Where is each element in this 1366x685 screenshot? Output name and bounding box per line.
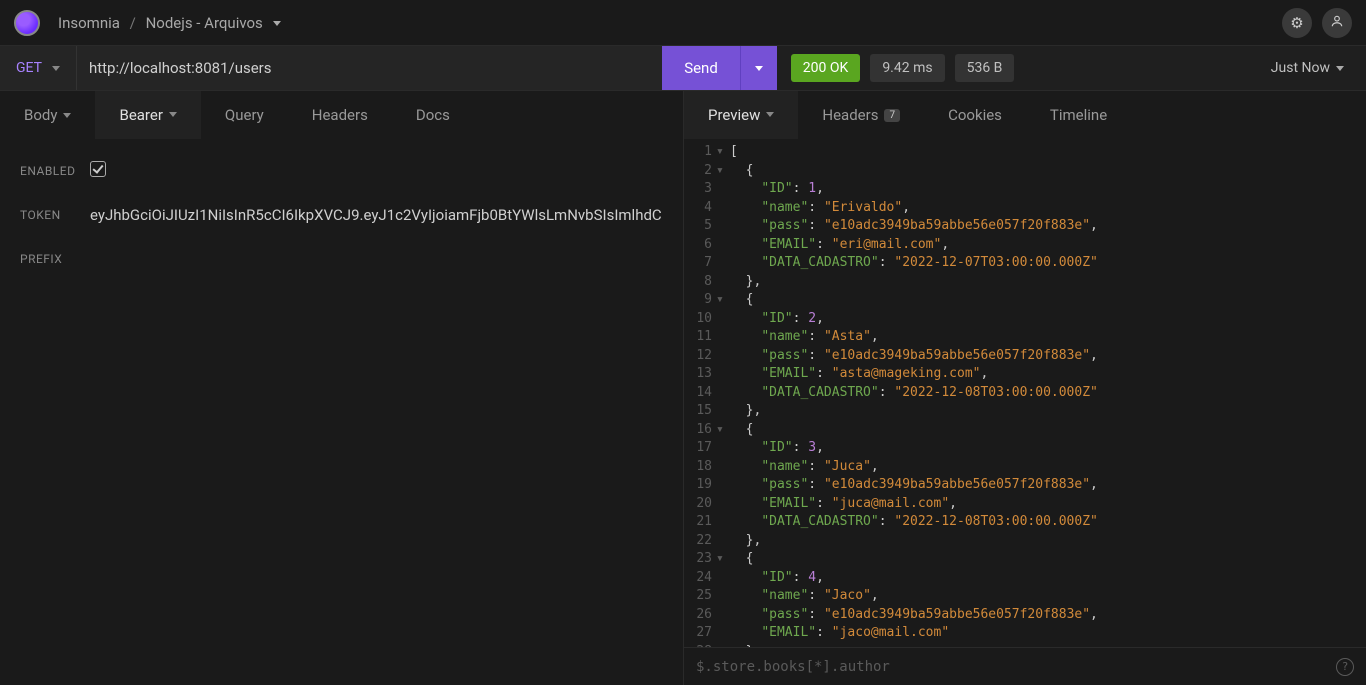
status-badge: 200 OK [791, 54, 861, 82]
chevron-down-icon [755, 66, 763, 71]
send-dropdown[interactable] [740, 46, 777, 90]
app-logo [14, 10, 40, 36]
tab-query[interactable]: Query [201, 91, 288, 139]
response-pane: Preview Headers 7 Cookies Timeline 1▾[2▾… [684, 91, 1366, 685]
bearer-form: ENABLED TOKEN eyJhbGciOiJIUzI1NiIsInR5cC… [0, 139, 683, 291]
url-bar: GET http://localhost:8081/users Send 200… [0, 45, 1366, 90]
tab-preview[interactable]: Preview [684, 91, 798, 139]
enabled-label: ENABLED [20, 164, 90, 178]
gear-icon: ⚙ [1290, 14, 1303, 32]
send-button[interactable]: Send [662, 46, 740, 90]
breadcrumb-workspace: Nodejs - Arquivos [146, 14, 263, 32]
tab-auth[interactable]: Bearer [95, 91, 200, 139]
token-label: TOKEN [20, 208, 90, 222]
response-tabs: Preview Headers 7 Cookies Timeline [684, 91, 1366, 139]
tab-timeline[interactable]: Timeline [1026, 91, 1131, 139]
chevron-down-icon [273, 21, 281, 26]
tab-resp-headers[interactable]: Headers 7 [798, 91, 924, 139]
tab-body[interactable]: Body [0, 91, 95, 139]
url-input[interactable]: http://localhost:8081/users [77, 46, 662, 90]
prefix-label: PREFIX [20, 252, 90, 266]
method-selector[interactable]: GET [0, 46, 77, 90]
response-status-bar: 200 OK 9.42 ms 536 B Just Now [777, 46, 1366, 90]
tab-headers[interactable]: Headers [288, 91, 392, 139]
chevron-down-icon [766, 112, 774, 117]
chevron-down-icon [52, 66, 60, 71]
enabled-checkbox[interactable] [90, 161, 106, 177]
request-tabs: Body Bearer Query Headers Docs [0, 91, 683, 139]
response-body-viewer[interactable]: 1▾[2▾ {3 "ID": 1,4 "name": "Erivaldo",5 … [684, 139, 1366, 647]
account-button[interactable] [1322, 8, 1352, 38]
filter-input[interactable]: $.store.books[*].author [696, 659, 890, 675]
request-pane: Body Bearer Query Headers Docs ENABLED [0, 91, 684, 685]
method-label: GET [16, 60, 42, 76]
settings-button[interactable]: ⚙ [1282, 8, 1312, 38]
breadcrumb[interactable]: Insomnia / Nodejs - Arquivos [58, 14, 281, 32]
chevron-down-icon [169, 112, 177, 117]
user-icon [1330, 14, 1344, 32]
tab-cookies[interactable]: Cookies [924, 91, 1026, 139]
breadcrumb-app: Insomnia [58, 14, 120, 32]
history-dropdown[interactable]: Just Now [1263, 60, 1352, 76]
filter-bar: $.store.books[*].author ? [684, 647, 1366, 685]
titlebar: Insomnia / Nodejs - Arquivos ⚙ [0, 0, 1366, 45]
time-badge: 9.42 ms [870, 54, 944, 82]
chevron-down-icon [63, 113, 71, 118]
token-input[interactable]: eyJhbGciOiJIUzI1NiIsInR5cCI6IkpXVCJ9.eyJ… [90, 206, 663, 224]
help-icon[interactable]: ? [1336, 658, 1354, 676]
chevron-down-icon [1336, 66, 1344, 71]
size-badge: 536 B [955, 54, 1015, 82]
tab-docs[interactable]: Docs [392, 91, 474, 139]
